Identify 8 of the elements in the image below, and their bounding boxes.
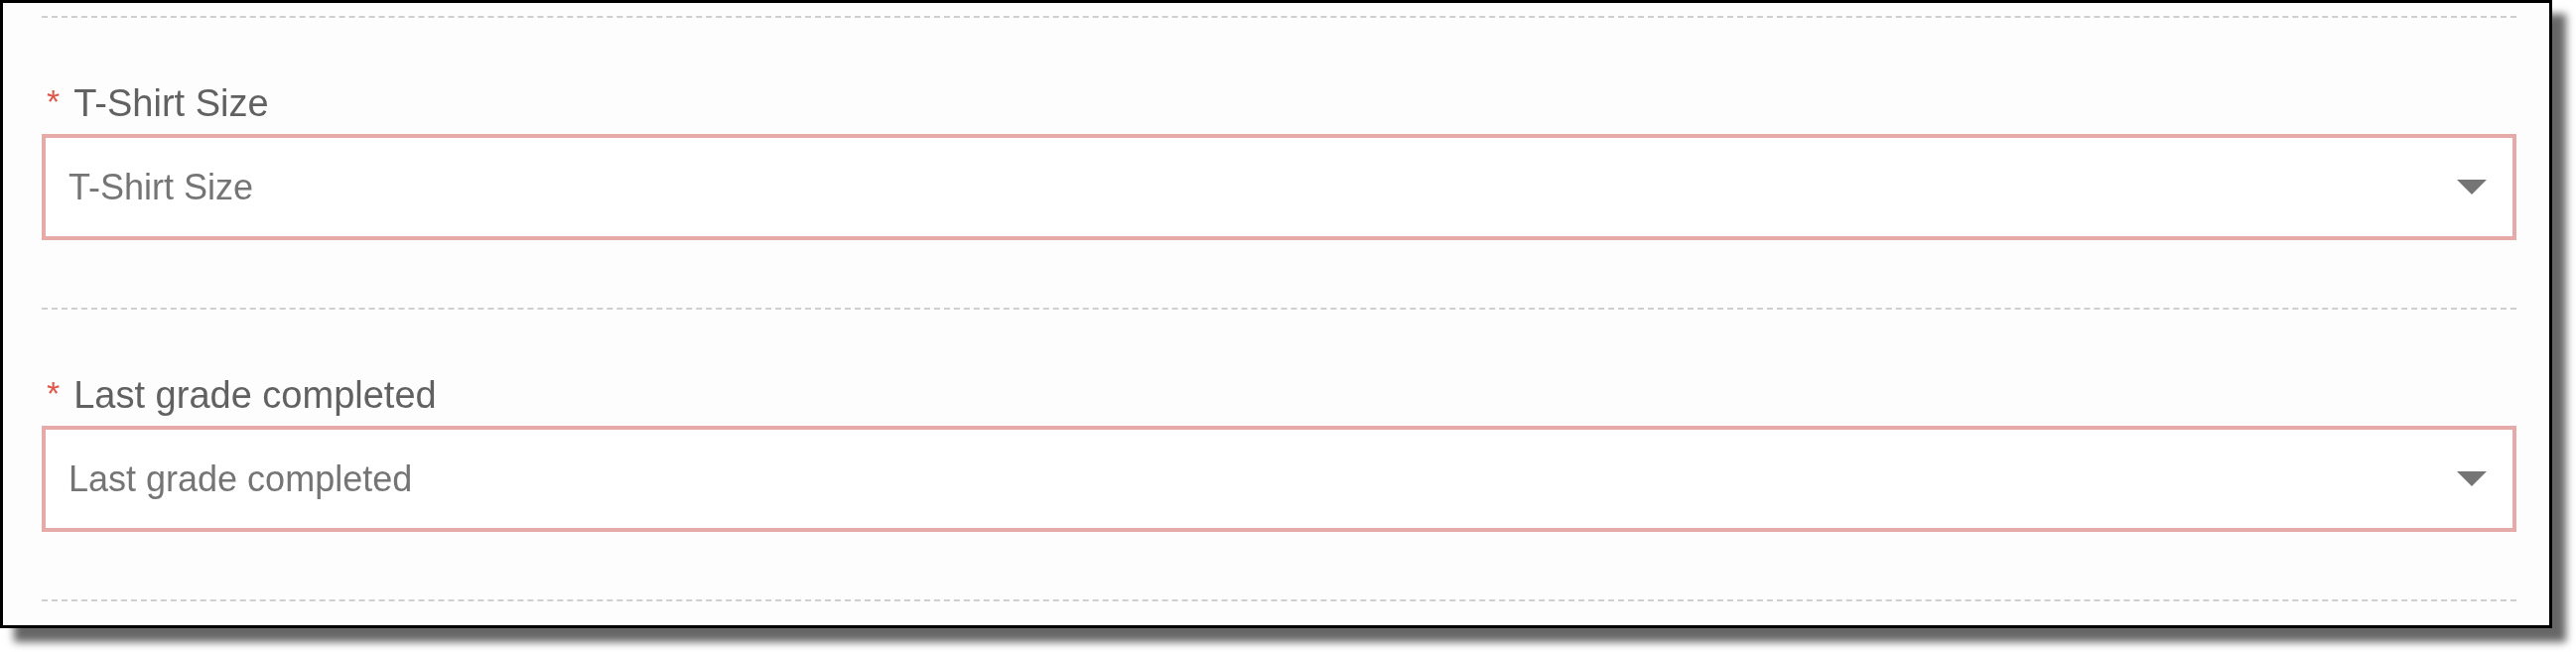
select-field[interactable]: T-Shirt Size xyxy=(42,134,2516,240)
caret-icon xyxy=(2457,471,2487,486)
required-mark: * xyxy=(47,373,61,413)
field-label: T-Shirt Size xyxy=(73,81,269,125)
caret-icon xyxy=(2457,180,2487,195)
field-label: Last grade completed xyxy=(73,373,437,417)
select-field[interactable]: Last grade completed xyxy=(42,426,2516,532)
required-mark: * xyxy=(47,81,61,121)
